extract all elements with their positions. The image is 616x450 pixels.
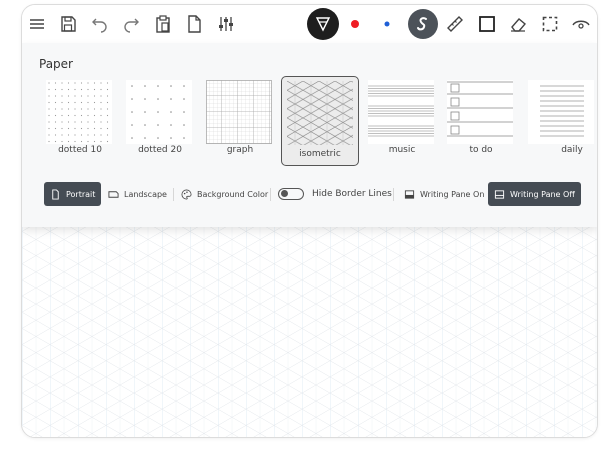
dotted-10-thumbnail [46, 80, 112, 144]
background-color-label: Background Color [197, 189, 269, 199]
toggle-switch[interactable] [278, 188, 304, 200]
paper-isometric[interactable]: isometric [281, 76, 359, 166]
graph-thumbnail [206, 80, 272, 144]
writing-pane-off-label: Writing Pane Off [510, 189, 575, 199]
isometric-thumbnail [287, 81, 353, 145]
red-dot[interactable] [343, 12, 367, 36]
palette-icon [181, 189, 192, 199]
menu-icon[interactable] [25, 12, 49, 36]
sliders-icon[interactable] [214, 12, 238, 36]
paper-dotted-10[interactable]: dotted 10 [42, 78, 114, 160]
paper-music[interactable]: music [364, 78, 436, 160]
blue-dot[interactable] [375, 12, 399, 36]
paper-daily[interactable]: daily [524, 78, 596, 160]
eye-icon[interactable] [569, 12, 593, 36]
undo-icon[interactable] [88, 12, 112, 36]
divider [270, 188, 271, 201]
divider [173, 188, 174, 201]
paper-label: isometric [299, 149, 341, 159]
paper-label: dotted 20 [138, 145, 182, 155]
music-thumbnail [368, 80, 434, 144]
redo-icon[interactable] [119, 12, 143, 36]
landscape-button[interactable]: Landscape [102, 182, 173, 206]
paper-dotted-20[interactable]: dotted 20 [122, 78, 194, 160]
dotted-20-thumbnail [126, 80, 192, 144]
portrait-icon [52, 188, 59, 200]
writing-pane-on-button[interactable]: Writing Pane On [398, 182, 490, 206]
save-icon[interactable] [56, 12, 80, 36]
hide-border-lines-toggle[interactable]: Hide Border Lines [272, 182, 398, 206]
toolbar [22, 5, 597, 43]
paper-label: graph [226, 145, 254, 155]
daily-thumbnail [528, 80, 594, 144]
portrait-button[interactable]: Portrait [44, 182, 102, 206]
pen-s-icon[interactable] [408, 9, 438, 39]
paper-label: music [388, 145, 416, 155]
notebook-frame: Paper dotted 10 dotted 20 graph isometri… [21, 4, 598, 438]
pane-off-icon [494, 189, 505, 199]
rectangle-icon[interactable] [475, 12, 499, 36]
new-page-icon[interactable] [182, 12, 206, 36]
panel-title: Paper [39, 57, 73, 71]
background-color-button[interactable]: Background Color [175, 182, 274, 206]
landscape-icon [108, 190, 119, 198]
divider [393, 188, 394, 201]
writing-pane-on-label: Writing Pane On [420, 189, 485, 199]
pen-tip-icon[interactable] [307, 8, 339, 40]
ruler-icon[interactable] [443, 12, 467, 36]
toggle-knob [281, 190, 288, 197]
landscape-label: Landscape [124, 189, 167, 199]
selection-icon[interactable] [538, 12, 562, 36]
pane-on-icon [404, 189, 415, 199]
paper-graph[interactable]: graph [202, 78, 274, 160]
portrait-label: Portrait [66, 189, 96, 199]
writing-pane-off-button[interactable]: Writing Pane Off [488, 182, 581, 206]
paper-to-do[interactable]: to do [443, 78, 515, 160]
paper-label: dotted 10 [58, 145, 102, 155]
clipboard-icon[interactable] [151, 12, 175, 36]
hide-border-lines-label: Hide Border Lines [312, 189, 392, 199]
paper-label: to do [469, 145, 493, 155]
paper-label: daily [561, 145, 583, 155]
to-do-thumbnail [447, 80, 513, 144]
paper-panel: Paper dotted 10 dotted 20 graph isometri… [22, 43, 597, 227]
eraser-icon[interactable] [506, 12, 530, 36]
